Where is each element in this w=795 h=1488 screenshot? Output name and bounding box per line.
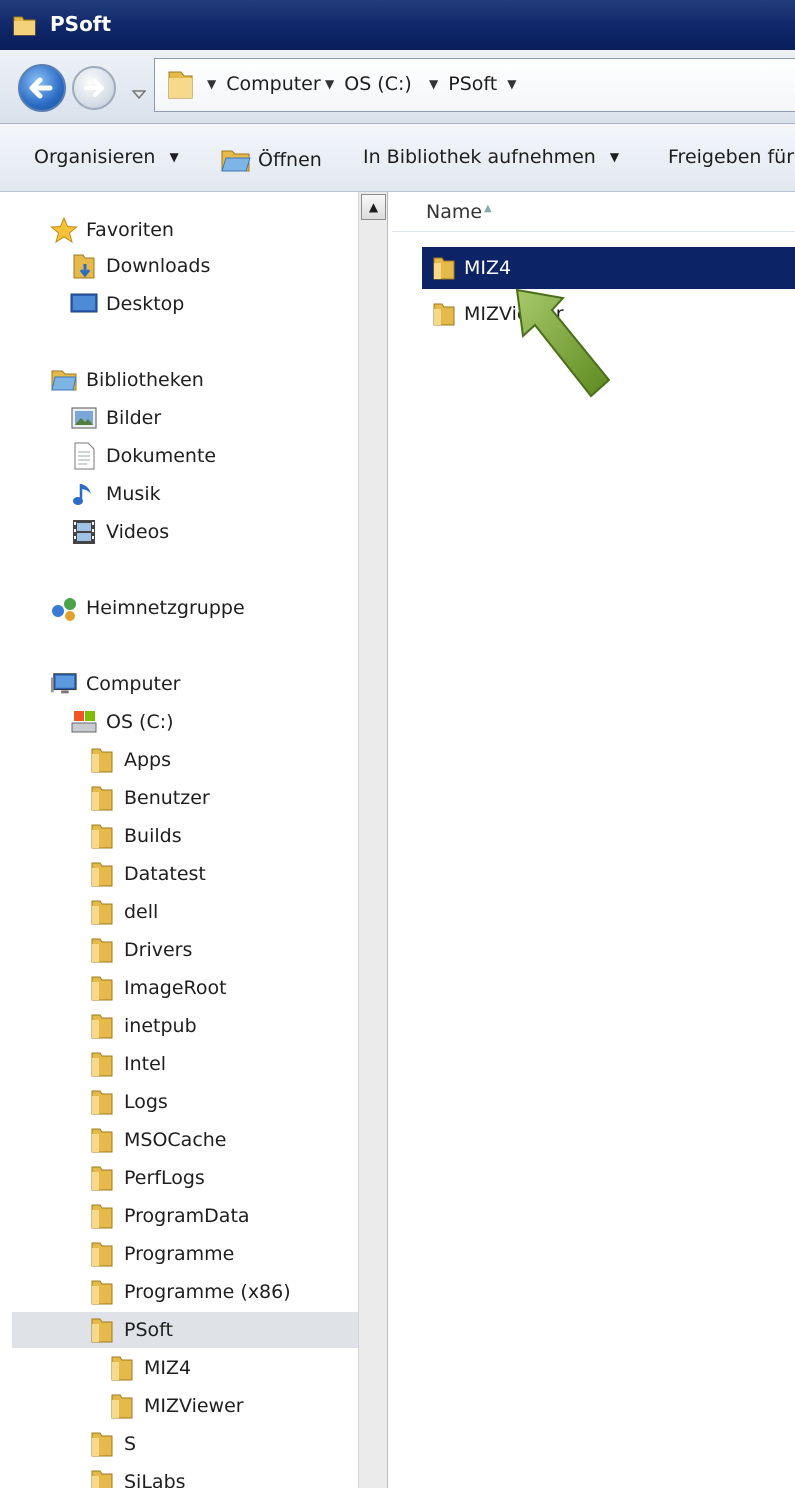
nav-folder-perflogs[interactable]: PerfLogs xyxy=(88,1160,205,1196)
folder-icon xyxy=(108,1392,136,1420)
add-to-library-button[interactable]: In Bibliothek aufnehmen ▼ xyxy=(363,146,619,168)
folder-icon xyxy=(88,974,116,1002)
document-icon xyxy=(70,442,98,470)
folder-icon xyxy=(12,12,38,43)
nav-drive-c[interactable]: OS (C:) xyxy=(70,704,174,740)
nav-folder-miz4[interactable]: MIZ4 xyxy=(108,1350,191,1386)
nav-folder-mizviewer[interactable]: MIZViewer xyxy=(108,1388,244,1424)
nav-folder-benutzer[interactable]: Benutzer xyxy=(88,780,210,816)
folder-icon xyxy=(88,746,116,774)
folder-icon xyxy=(88,1316,116,1344)
scroll-up-button[interactable]: ▲ xyxy=(361,194,386,220)
nav-folder-programdata[interactable]: ProgramData xyxy=(88,1198,250,1234)
chevron-down-icon: ▼ xyxy=(609,150,620,164)
sort-ascending-icon: ▲ xyxy=(484,203,492,214)
downloads-folder-icon xyxy=(70,252,98,280)
nav-documents[interactable]: Dokumente xyxy=(70,438,216,474)
back-button[interactable] xyxy=(18,64,66,112)
chevron-down-icon: ▼ xyxy=(169,150,179,164)
breadcrumb-arrow-icon: ▼ xyxy=(325,77,335,91)
folder-icon xyxy=(432,301,456,327)
video-icon xyxy=(70,518,98,546)
breadcrumb-arrow-icon: ▼ xyxy=(507,77,517,91)
nav-pictures[interactable]: Bilder xyxy=(70,400,161,436)
address-field[interactable]: ▼ Computer ▼ OS (C:) ▼ PSoft ▼ xyxy=(154,58,795,112)
nav-homegroup[interactable]: Heimnetzgruppe xyxy=(50,590,245,626)
nav-folder-dell[interactable]: dell xyxy=(88,894,158,930)
recent-pages-dropdown[interactable] xyxy=(131,83,147,105)
folder-icon xyxy=(88,1164,116,1192)
homegroup-icon xyxy=(50,594,78,622)
command-bar: Organisieren ▼ Öffnen In Bibliothek aufne… xyxy=(0,124,795,192)
back-arrow-icon xyxy=(29,77,53,99)
music-icon xyxy=(70,480,98,508)
folder-icon xyxy=(108,1354,136,1382)
forward-button[interactable] xyxy=(72,66,116,110)
nav-folder-s[interactable]: S xyxy=(88,1426,136,1462)
folder-icon xyxy=(88,1278,116,1306)
navigation-pane: Favoriten Downloads Desktop Bibliotheken… xyxy=(0,192,358,1488)
folder-icon xyxy=(88,784,116,812)
drive-icon xyxy=(70,708,98,736)
nav-computer[interactable]: Computer xyxy=(50,666,180,702)
open-button[interactable]: Öffnen xyxy=(220,146,322,174)
nav-scrollbar[interactable]: ▲ xyxy=(358,192,388,1488)
breadcrumb-psoft[interactable]: ▼ PSoft ▼ xyxy=(429,73,526,95)
nav-music[interactable]: Musik xyxy=(70,476,161,512)
folder-icon xyxy=(88,1012,116,1040)
nav-folder-programme[interactable]: Programme xyxy=(88,1236,234,1272)
folder-icon xyxy=(88,1202,116,1230)
annotation-arrow-icon xyxy=(515,288,611,398)
library-icon xyxy=(50,366,78,394)
column-header-name[interactable]: Name ▲ xyxy=(392,192,795,232)
title-bar: PSoft xyxy=(0,0,795,50)
nav-folder-datatest[interactable]: Datatest xyxy=(88,856,206,892)
nav-folder-imageroot[interactable]: ImageRoot xyxy=(88,970,227,1006)
nav-folder-msocache[interactable]: MSOCache xyxy=(88,1122,227,1158)
share-button[interactable]: Freigeben für xyxy=(668,146,794,168)
nav-folder-logs[interactable]: Logs xyxy=(88,1084,168,1120)
folder-icon xyxy=(88,1240,116,1268)
folder-icon xyxy=(88,1050,116,1078)
nav-folder-inetpub[interactable]: inetpub xyxy=(88,1008,197,1044)
breadcrumb-drive[interactable]: ▼ OS (C:) xyxy=(325,73,412,95)
nav-favorites[interactable]: Favoriten xyxy=(50,212,174,248)
nav-folder-apps[interactable]: Apps xyxy=(88,742,171,778)
breadcrumb-arrow-icon: ▼ xyxy=(429,77,439,91)
folder-icon xyxy=(88,898,116,926)
nav-folder-silabs[interactable]: SiLabs xyxy=(88,1464,186,1488)
star-icon xyxy=(50,216,78,244)
organize-button[interactable]: Organisieren ▼ xyxy=(34,146,179,168)
folder-icon xyxy=(165,68,195,107)
forward-arrow-icon xyxy=(84,79,104,97)
folder-icon xyxy=(88,860,116,888)
library-folder-icon xyxy=(220,146,252,174)
breadcrumb-arrow-icon: ▼ xyxy=(207,77,217,91)
chevron-down-icon xyxy=(131,90,147,100)
nav-folder-psoft[interactable]: PSoft xyxy=(12,1312,358,1348)
folder-icon xyxy=(88,1126,116,1154)
folder-icon xyxy=(88,1430,116,1458)
scroll-up-arrow-icon: ▲ xyxy=(368,200,379,214)
nav-libraries[interactable]: Bibliotheken xyxy=(50,362,204,398)
folder-icon xyxy=(88,822,116,850)
nav-folder-programme-x86-[interactable]: Programme (x86) xyxy=(88,1274,291,1310)
folder-icon xyxy=(88,1468,116,1488)
folder-icon xyxy=(432,255,456,281)
pictures-icon xyxy=(70,404,98,432)
window-title: PSoft xyxy=(50,12,112,36)
nav-folder-intel[interactable]: Intel xyxy=(88,1046,166,1082)
nav-desktop[interactable]: Desktop xyxy=(70,286,184,322)
nav-videos[interactable]: Videos xyxy=(70,514,169,550)
address-bar: ▼ Computer ▼ OS (C:) ▼ PSoft ▼ xyxy=(0,50,795,124)
nav-folder-builds[interactable]: Builds xyxy=(88,818,182,854)
nav-downloads[interactable]: Downloads xyxy=(70,248,210,284)
nav-folder-drivers[interactable]: Drivers xyxy=(88,932,192,968)
desktop-icon xyxy=(70,290,98,318)
folder-icon xyxy=(88,936,116,964)
computer-icon xyxy=(50,670,78,698)
breadcrumb-computer[interactable]: ▼ Computer xyxy=(207,73,321,95)
folder-icon xyxy=(88,1088,116,1116)
